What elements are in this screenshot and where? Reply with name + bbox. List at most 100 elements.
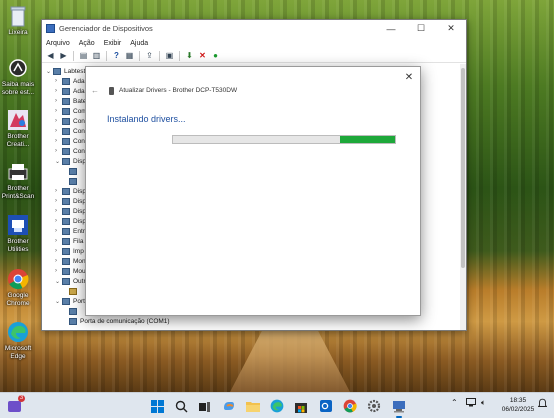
desktop-icon-chrome[interactable]: Google Chrome [0,267,36,308]
tree-expander[interactable]: ⌄ [55,298,62,305]
network-icon[interactable] [466,398,476,407]
show-hide-tree-icon[interactable]: ▤ [78,50,89,61]
back-icon[interactable]: ◀ [45,50,56,61]
vertical-scrollbar[interactable] [460,64,466,330]
window-title: Gerenciador de Dispositivos [59,24,153,33]
tree-item[interactable]: › Fila [55,236,83,246]
tree-item[interactable]: › Disp [55,206,86,216]
toolbar-separator [73,50,74,61]
tree-expander[interactable]: › [55,148,62,154]
tree-item[interactable]: › Cont [55,126,87,136]
scrollbar-thumb[interactable] [461,68,465,268]
outlook-button[interactable] [317,397,335,415]
tree-item[interactable]: › Disp [55,216,86,226]
desktop-icon-brother-utilities[interactable]: Brother Utilities [0,213,36,254]
tree-item[interactable]: › Mou [55,266,86,276]
tree-expander[interactable]: › [55,108,62,114]
search-button[interactable] [172,397,190,415]
tree-expander[interactable]: › [55,128,62,134]
store-button[interactable] [292,397,310,415]
tree-expander[interactable]: › [55,208,62,214]
progress-indicator [339,136,395,143]
start-button[interactable] [148,397,166,415]
tree-expander[interactable]: ⌄ [55,278,62,285]
tree-expander[interactable]: › [55,88,62,94]
tree-expander[interactable]: ⌄ [46,68,53,75]
maximize-button[interactable]: ☐ [406,20,436,37]
tree-item[interactable]: › Cont [55,116,87,126]
tree-item[interactable]: › Cont [55,136,87,146]
tree-item[interactable]: › Imp [55,246,84,256]
notification-widget-button[interactable]: 3 [6,395,25,415]
tree-expander[interactable]: › [55,268,62,274]
tree-item[interactable]: › Cont [55,146,87,156]
help-icon[interactable]: ? [111,50,122,61]
properties-icon[interactable]: ▥ [91,50,102,61]
task-view-button[interactable] [195,397,213,415]
desktop-icon-brother-creative[interactable]: Brother Creati... [0,108,36,149]
tree-item[interactable]: › Adap [55,76,88,86]
desktop-icon-recycle-bin[interactable]: Lixeira [0,4,36,37]
tree-item[interactable]: ⌄ Disp [55,156,86,166]
edge-taskbar-button[interactable] [268,397,286,415]
menu-exibir[interactable]: Exibir [104,40,122,47]
tree-expander[interactable]: ⌄ [55,158,62,165]
forward-icon[interactable]: ▶ [58,50,69,61]
back-arrow-icon[interactable]: ← [91,86,101,95]
tree-expander[interactable]: › [55,248,62,254]
update-driver-icon[interactable]: ⇪ [144,50,155,61]
tree-expander[interactable]: › [55,218,62,224]
tree-expander[interactable]: › [55,258,62,264]
uninstall-icon[interactable]: ✕ [197,50,208,61]
tree-item[interactable]: › Adap [55,86,88,96]
tree-item[interactable] [69,306,80,316]
tree-item[interactable]: ⌄ Port [55,296,85,306]
tree-item[interactable] [69,166,80,176]
tree-expander[interactable]: › [55,118,62,124]
volume-icon[interactable]: 🔈︎ [481,398,486,408]
menu-arquivo[interactable]: Arquivo [46,40,70,47]
view-icon[interactable]: ▦ [124,50,135,61]
tree-item[interactable]: › Bate [55,96,86,106]
tree-item[interactable]: › Disp [55,196,86,206]
tree-item[interactable]: › Mon [55,256,86,266]
tree-item[interactable]: › Entr [55,226,85,236]
desktop-icon-brother-printscan[interactable]: Brother Print&Scan [0,160,36,201]
menu-acao[interactable]: Ação [79,40,95,47]
close-button[interactable]: ✕ [436,20,466,37]
chrome-taskbar-button[interactable] [341,397,359,415]
enable-device-icon[interactable]: ● [210,50,221,61]
menu-ajuda[interactable]: Ajuda [130,40,148,47]
tree-item[interactable] [69,286,80,296]
tree-expander[interactable]: › [55,188,62,194]
tree-expander[interactable]: › [55,228,62,234]
device-category-icon [62,267,70,275]
desktop-icon-learn-more[interactable]: Saiba mais sobre est... [0,56,36,97]
minimize-button[interactable]: — [376,20,406,37]
tree-expander[interactable]: › [55,78,62,84]
show-hidden-icons-button[interactable]: ⌃ [451,398,458,407]
outlook-icon [320,400,332,412]
device-manager-taskbar-button[interactable] [390,397,408,418]
tree-item[interactable] [69,176,80,186]
tree-expander[interactable]: › [55,238,62,244]
notifications-bell-icon[interactable] [538,398,547,408]
scan-hardware-icon[interactable]: ▣ [164,50,175,61]
tree-item[interactable]: ⌄ Outr [55,276,86,286]
desktop-icon-edge[interactable]: Microsoft Edge [0,320,36,361]
tree-item[interactable]: › Com [55,106,87,116]
copilot-button[interactable] [220,397,238,415]
settings-button[interactable] [365,397,383,415]
dialog-close-button[interactable]: ✕ [402,70,416,84]
tree-item[interactable]: Porta de comunicação (COM1) [69,316,170,326]
add-driver-icon[interactable]: ⬇ [184,50,195,61]
tree-item[interactable]: ⌄ Labtest [46,66,85,76]
tree-expander[interactable]: › [55,98,62,104]
update-drivers-dialog[interactable]: ✕ ← Atualizar Drivers - Brother DCP-T530… [85,66,421,316]
tree-item[interactable]: › Disp [55,186,86,196]
file-explorer-button[interactable] [244,397,262,415]
title-bar[interactable]: Gerenciador de Dispositivos — ☐ ✕ [42,20,466,37]
system-clock[interactable]: 18:35 06/02/2025 [496,396,540,414]
tree-expander[interactable]: › [55,198,62,204]
tree-expander[interactable]: › [55,138,62,144]
